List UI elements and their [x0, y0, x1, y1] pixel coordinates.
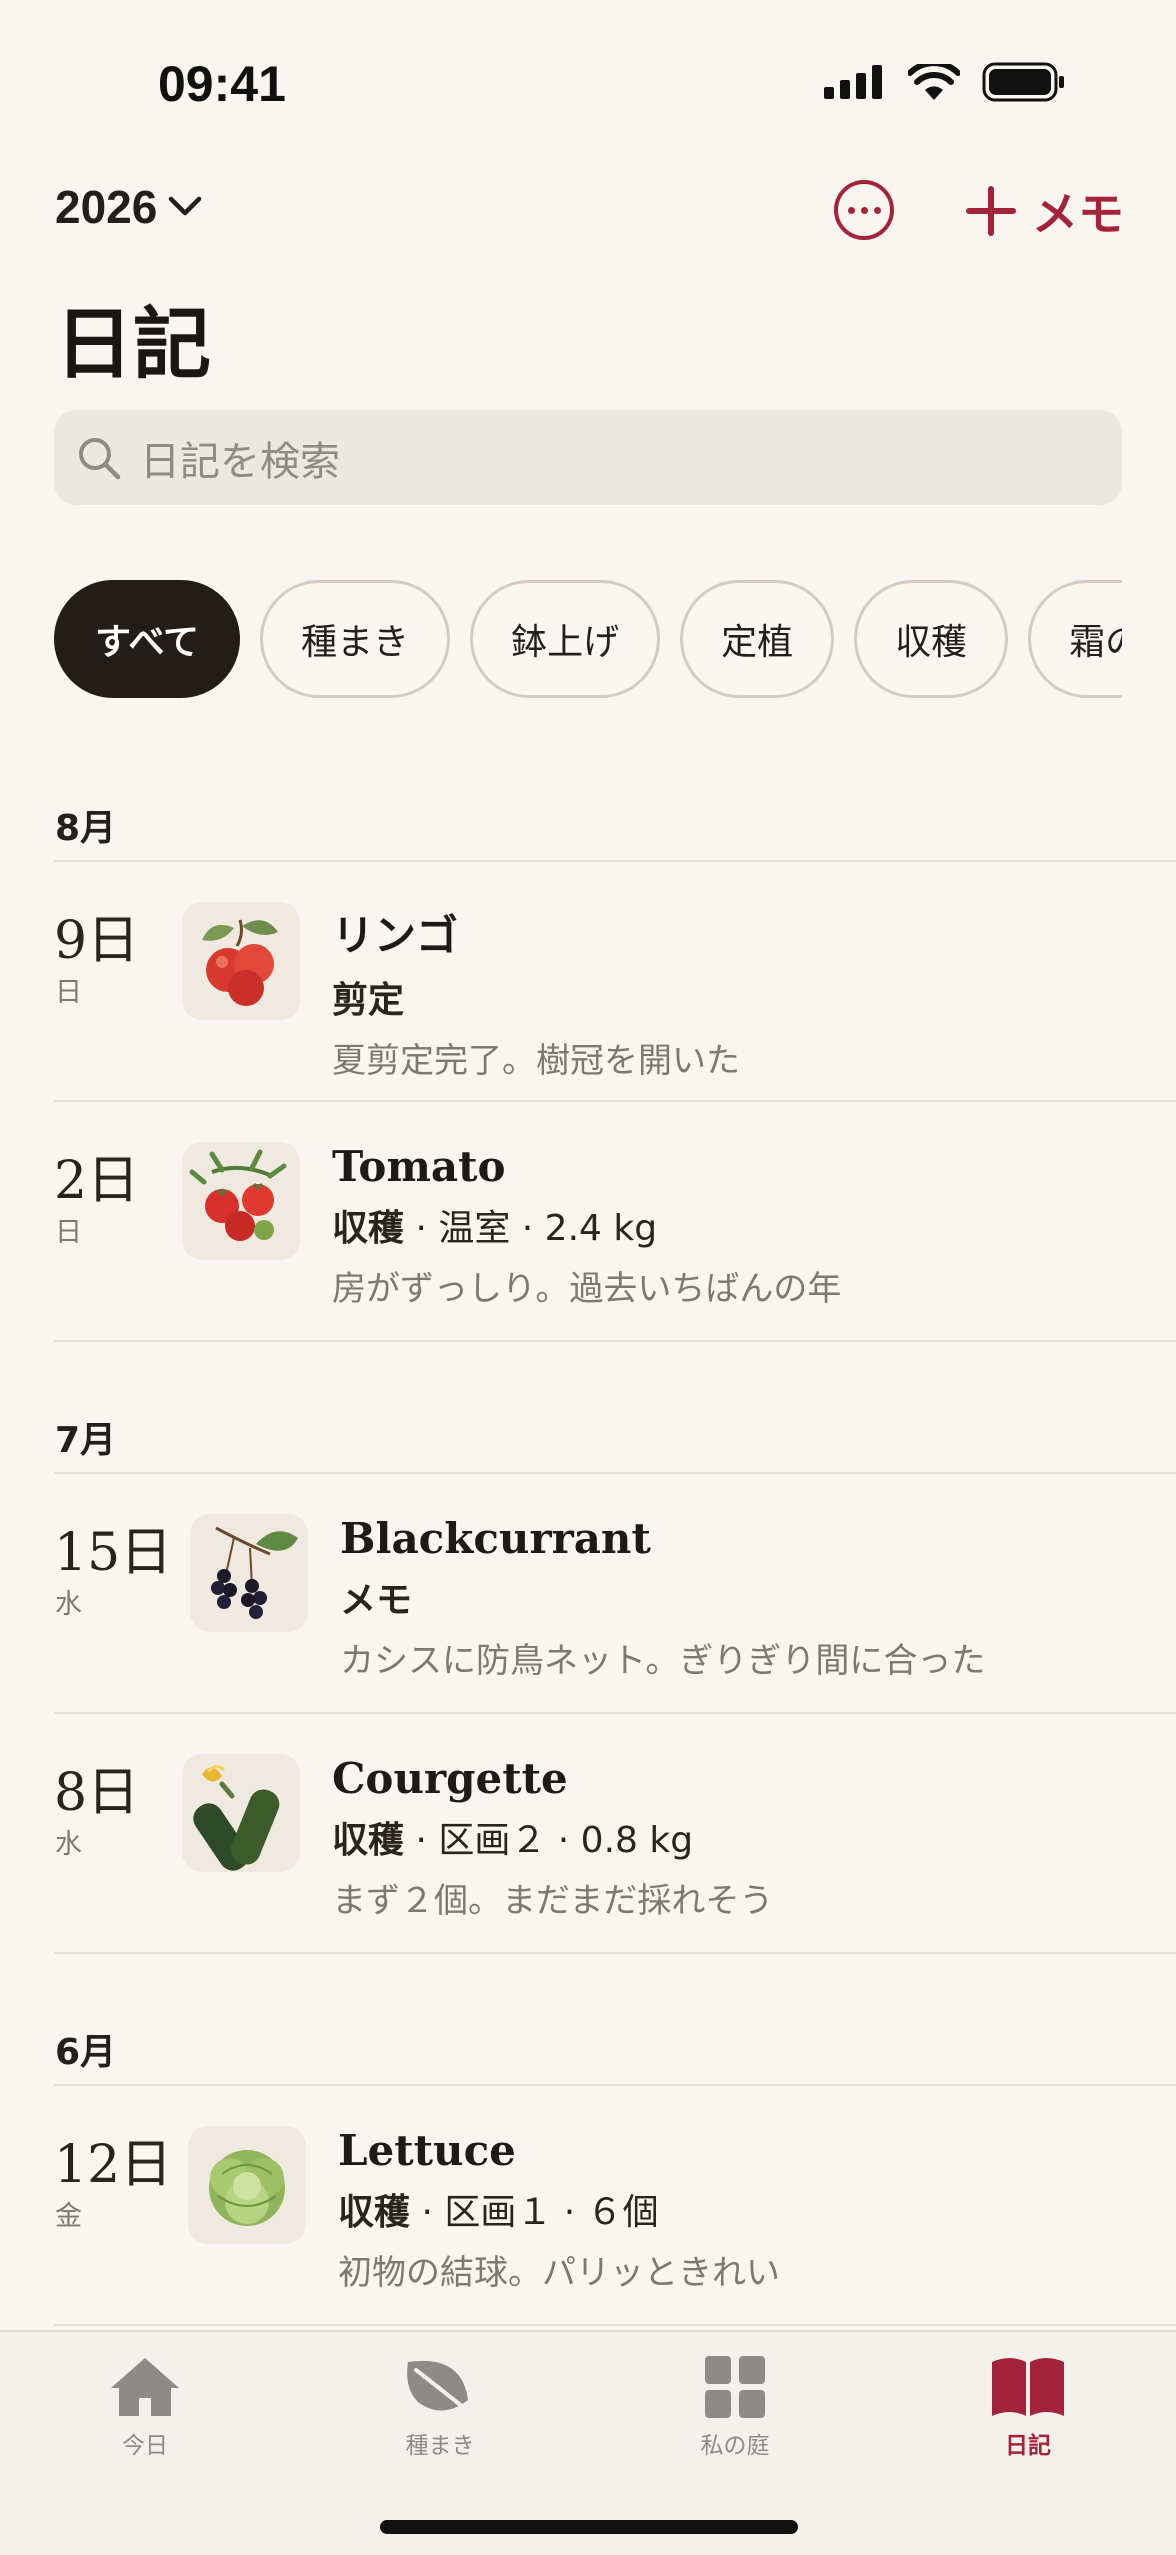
entry-day: 15日 — [54, 1523, 173, 1583]
entry-meta: 収穫 · 区画２ · 0.8 kg — [332, 1811, 773, 1863]
entry-weekday: 日 — [55, 977, 82, 1008]
blackcurrant-icon — [190, 1514, 308, 1632]
month-header: 6月 — [55, 2032, 117, 2073]
entry-meta: 収穫 · 区画１ · ６個 — [338, 2183, 780, 2235]
add-memo-label: メモ — [1032, 187, 1124, 241]
diary-list: 8月 9日 日 リンゴ 剪定 夏剪定完了。樹冠を開いた 2日 日 Tomato … — [0, 790, 1176, 2326]
status-bar: 09:41 — [0, 0, 1176, 150]
entry-detail: · 区画２ · 0.8 kg — [404, 1820, 694, 1861]
leaf-icon — [407, 2360, 476, 2418]
home-icon — [111, 2358, 179, 2416]
ellipsis-icon — [847, 206, 855, 214]
diary-entry[interactable]: 2日 日 Tomato 収穫 · 温室 · 2.4 kg 房がずっしり。過去いち… — [0, 1102, 1176, 1342]
tab-sowing[interactable]: 種まき — [360, 2354, 520, 2460]
filter-chip-planting-out[interactable]: 定植 — [680, 580, 835, 698]
grid-icon — [705, 2356, 765, 2418]
entry-tag: 収穫 — [332, 1208, 405, 1249]
filter-chip-frost[interactable]: 霜の — [1028, 580, 1122, 698]
filter-chip-sowing[interactable]: 種まき — [260, 580, 451, 698]
tab-label: 種まき — [405, 2433, 475, 2459]
entry-day: 8日 — [54, 1763, 140, 1823]
tab-diary[interactable]: 日記 — [948, 2354, 1108, 2460]
entry-plant-name: Courgette — [332, 1754, 568, 1803]
year-label: 2026 — [55, 181, 158, 233]
search-input[interactable]: 日記を検索 — [54, 410, 1122, 505]
month-header: 8月 — [55, 808, 117, 849]
home-indicator — [380, 2520, 798, 2534]
apple-icon — [182, 902, 300, 1020]
entry-weekday: 水 — [55, 1829, 82, 1860]
entry-day: 12日 — [54, 2135, 173, 2195]
entry-weekday: 水 — [55, 1589, 82, 1620]
filter-chip-potting-up[interactable]: 鉢上げ — [470, 580, 661, 698]
filter-chip-harvest[interactable]: 収穫 — [854, 580, 1009, 698]
entry-plant-name: リンゴ — [332, 911, 459, 960]
entry-detail: · 区画１ · ６個 — [410, 2192, 659, 2233]
entry-meta: 収穫 · 温室 · 2.4 kg — [332, 1199, 841, 1251]
entry-detail: · 温室 · 2.4 kg — [404, 1208, 658, 1249]
courgette-icon — [182, 1754, 300, 1872]
month-header: 7月 — [55, 1420, 117, 1461]
diary-entry[interactable]: 15日 水 Blackcurrant メモ カシスに防鳥ネット。ぎりぎり間に合っ… — [0, 1474, 1176, 1714]
tab-label: 今日 — [122, 2433, 168, 2459]
tomato-icon — [182, 1142, 300, 1260]
add-memo-button[interactable]: メモ — [966, 178, 1124, 244]
entry-day: 2日 — [54, 1151, 140, 1211]
page-title: 日記 — [55, 299, 212, 390]
signal-icon — [824, 65, 882, 99]
entry-note: 夏剪定完了。樹冠を開いた — [332, 1041, 740, 1081]
filter-chips: すべて 種まき 鉢上げ 定植 収穫 霜の — [54, 580, 1122, 700]
entry-tag: メモ — [340, 1580, 413, 1621]
lettuce-icon — [188, 2126, 306, 2244]
entry-meta: メモ — [340, 1571, 985, 1623]
diary-entry[interactable]: 8日 水 Courgette 収穫 · 区画２ · 0.8 kg まず２個。まだ… — [0, 1714, 1176, 1954]
entry-note: まず２個。まだまだ採れそう — [332, 1881, 774, 1921]
book-icon — [992, 2358, 1064, 2416]
more-options-button[interactable] — [834, 180, 894, 240]
entry-tag: 剪定 — [332, 980, 405, 1021]
entry-note: 房がずっしり。過去いちばんの年 — [332, 1269, 842, 1309]
entry-plant-name: Lettuce — [338, 2126, 516, 2175]
entry-note: 初物の結球。パリッときれい — [338, 2253, 780, 2293]
wifi-icon — [908, 64, 960, 100]
search-placeholder: 日記を検索 — [140, 438, 340, 485]
battery-icon — [982, 62, 1064, 102]
plus-icon — [966, 186, 1016, 236]
entry-plant-name: Blackcurrant — [340, 1514, 651, 1563]
search-icon — [79, 437, 121, 479]
year-picker[interactable]: 2026 — [55, 180, 203, 234]
tab-label: 私の庭 — [700, 2433, 770, 2459]
filter-chip-all[interactable]: すべて — [54, 580, 241, 698]
entry-meta: 剪定 — [332, 971, 740, 1023]
entry-tag: 収穫 — [332, 1820, 405, 1861]
tab-today[interactable]: 今日 — [65, 2354, 225, 2460]
entry-plant-name: Tomato — [332, 1142, 506, 1191]
entry-weekday: 金 — [55, 2201, 82, 2232]
chevron-down-icon — [169, 196, 202, 216]
status-time: 09:41 — [158, 56, 286, 112]
entry-weekday: 日 — [55, 1217, 82, 1248]
diary-entry[interactable]: 9日 日 リンゴ 剪定 夏剪定完了。樹冠を開いた — [0, 862, 1176, 1102]
tab-label: 日記 — [1005, 2433, 1051, 2459]
diary-entry[interactable]: 12日 金 Lettuce 収穫 · 区画１ · ６個 初物の結球。パリッときれ… — [0, 2086, 1176, 2326]
entry-day: 9日 — [54, 911, 140, 971]
tab-my-garden[interactable]: 私の庭 — [655, 2354, 815, 2460]
entry-note: カシスに防鳥ネット。ぎりぎり間に合った — [340, 1641, 986, 1681]
entry-tag: 収穫 — [338, 2192, 411, 2233]
